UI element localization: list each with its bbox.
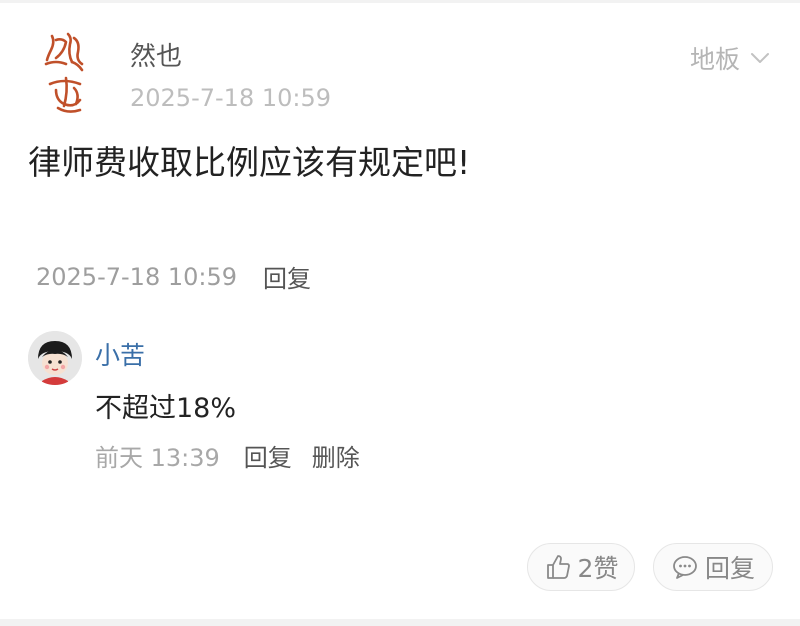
reply-reply-link[interactable]: 回复 <box>244 438 292 473</box>
reply-meta-row: 前天 13:39 回复 删除 <box>95 438 360 473</box>
top-divider <box>0 0 800 3</box>
post-meta-time: 2025-7-18 10:59 <box>36 262 237 291</box>
author-name[interactable]: 然也 <box>130 36 182 73</box>
reply-content: 不超过18% <box>95 393 237 424</box>
like-button[interactable]: 2赞 <box>527 543 635 591</box>
reply-delete-link[interactable]: 删除 <box>312 438 360 473</box>
like-count: 2赞 <box>577 554 619 583</box>
comment-bubble-icon <box>673 556 697 579</box>
floor-label[interactable]: 地板 <box>690 40 770 76</box>
seal-avatar-icon <box>44 32 84 113</box>
post-reply-link[interactable]: 回复 <box>263 259 311 294</box>
reply-button-label: 回复 <box>704 554 755 583</box>
chevron-down-icon <box>751 53 769 63</box>
post-content: 律师费收取比例应该有规定吧! <box>28 143 471 182</box>
author-avatar[interactable] <box>28 28 110 118</box>
floor-text: 地板 <box>689 45 740 74</box>
reply-author-avatar[interactable] <box>28 331 82 385</box>
thumbs-up-icon <box>546 555 570 579</box>
cartoon-avatar-icon <box>28 331 82 385</box>
reply-button[interactable]: 回复 <box>653 543 773 591</box>
bottom-divider <box>0 619 800 626</box>
reply-timestamp: 前天 13:39 <box>95 444 220 472</box>
reply-author-name[interactable]: 小苦 <box>95 336 145 372</box>
post-timestamp: 2025-7-18 10:59 <box>130 84 331 112</box>
post-meta-row: 2025-7-18 10:59 回复 <box>36 259 311 294</box>
